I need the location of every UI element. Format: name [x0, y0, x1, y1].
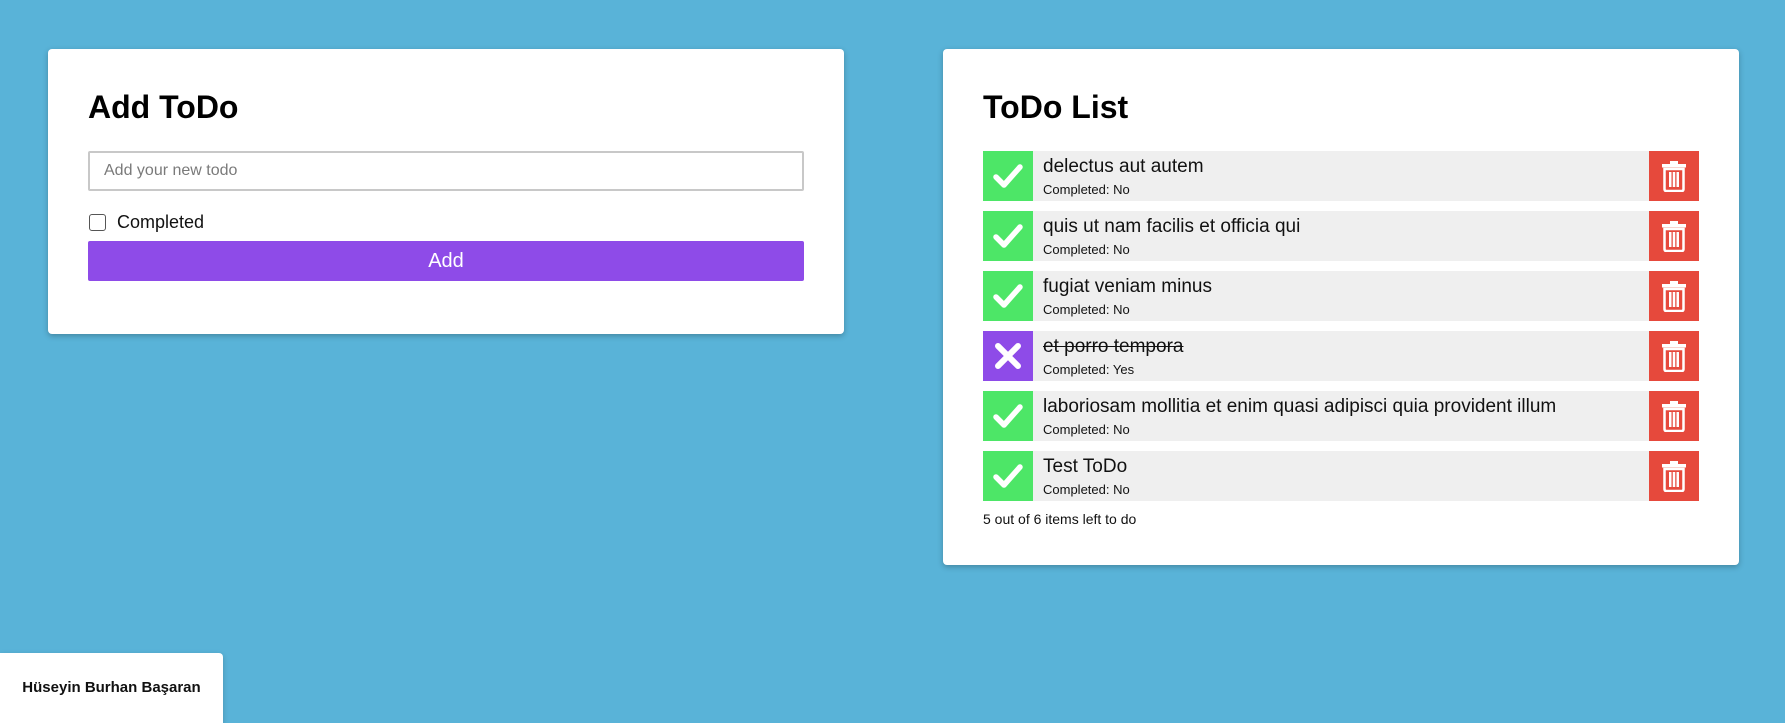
todo-item-title: et porro tempora — [1043, 336, 1184, 357]
todo-list: delectus aut autem Completed: No quis ut… — [983, 151, 1699, 501]
check-icon — [993, 224, 1023, 248]
delete-todo-button[interactable] — [1649, 331, 1699, 381]
toggle-complete-button[interactable] — [983, 451, 1033, 501]
add-button[interactable]: Add — [88, 241, 804, 281]
delete-todo-button[interactable] — [1649, 391, 1699, 441]
check-icon — [993, 464, 1023, 488]
trash-icon — [1662, 341, 1686, 372]
check-icon — [993, 284, 1023, 308]
completed-checkbox[interactable] — [89, 213, 106, 231]
add-todo-card: Add ToDo Completed Add — [48, 49, 844, 334]
todo-item-text: Test ToDo Completed: No — [1033, 451, 1649, 501]
trash-icon — [1662, 281, 1686, 312]
todo-item-title: delectus aut autem — [1043, 156, 1204, 177]
completed-checkbox-label: Completed — [117, 211, 205, 232]
completed-checkbox-row[interactable]: Completed — [88, 211, 804, 233]
check-icon — [993, 404, 1023, 428]
todo-list-title: ToDo List — [983, 89, 1129, 125]
check-icon — [993, 164, 1023, 188]
new-todo-input[interactable] — [88, 151, 804, 191]
delete-todo-button[interactable] — [1649, 451, 1699, 501]
todo-item-text: delectus aut autem Completed: No — [1033, 151, 1649, 201]
trash-icon — [1662, 221, 1686, 252]
todo-item-text: fugiat veniam minus Completed: No — [1033, 271, 1649, 321]
toggle-complete-button[interactable] — [983, 151, 1033, 201]
todo-list-card: ToDo List delectus aut autem Completed: … — [943, 49, 1739, 565]
todo-item-title: laboriosam mollitia et enim quasi adipis… — [1043, 396, 1557, 417]
todo-item-text: quis ut nam facilis et officia qui Compl… — [1033, 211, 1649, 261]
todo-item-status: Completed: No — [1043, 302, 1130, 317]
todo-item-status: Completed: No — [1043, 182, 1130, 197]
todo-item-status: Completed: Yes — [1043, 362, 1135, 377]
todo-item: quis ut nam facilis et officia qui Compl… — [983, 211, 1699, 261]
todo-item: et porro tempora Completed: Yes — [983, 331, 1699, 381]
todo-item-status: Completed: No — [1043, 242, 1130, 257]
delete-todo-button[interactable] — [1649, 151, 1699, 201]
author-badge: Hüseyin Burhan Başaran — [0, 653, 223, 723]
toggle-complete-button[interactable] — [983, 331, 1033, 381]
trash-icon — [1662, 401, 1686, 432]
add-todo-title: Add ToDo — [88, 89, 239, 125]
toggle-complete-button[interactable] — [983, 211, 1033, 261]
todo-item-title: quis ut nam facilis et officia qui — [1043, 216, 1301, 237]
todo-item-title: Test ToDo — [1043, 456, 1128, 477]
delete-todo-button[interactable] — [1649, 271, 1699, 321]
todo-item-title: fugiat veniam minus — [1043, 276, 1212, 297]
items-left-summary: 5 out of 6 items left to do — [983, 511, 1137, 527]
todo-item: Test ToDo Completed: No — [983, 451, 1699, 501]
todo-item: laboriosam mollitia et enim quasi adipis… — [983, 391, 1699, 441]
trash-icon — [1662, 161, 1686, 192]
todo-item: fugiat veniam minus Completed: No — [983, 271, 1699, 321]
todo-item-status: Completed: No — [1043, 422, 1130, 437]
delete-todo-button[interactable] — [1649, 211, 1699, 261]
close-icon — [995, 343, 1021, 369]
todo-item-status: Completed: No — [1043, 482, 1130, 497]
todo-item-text: et porro tempora Completed: Yes — [1033, 331, 1649, 381]
todo-item: delectus aut autem Completed: No — [983, 151, 1699, 201]
toggle-complete-button[interactable] — [983, 271, 1033, 321]
todo-item-text: laboriosam mollitia et enim quasi adipis… — [1033, 391, 1649, 441]
toggle-complete-button[interactable] — [983, 391, 1033, 441]
trash-icon — [1662, 461, 1686, 492]
